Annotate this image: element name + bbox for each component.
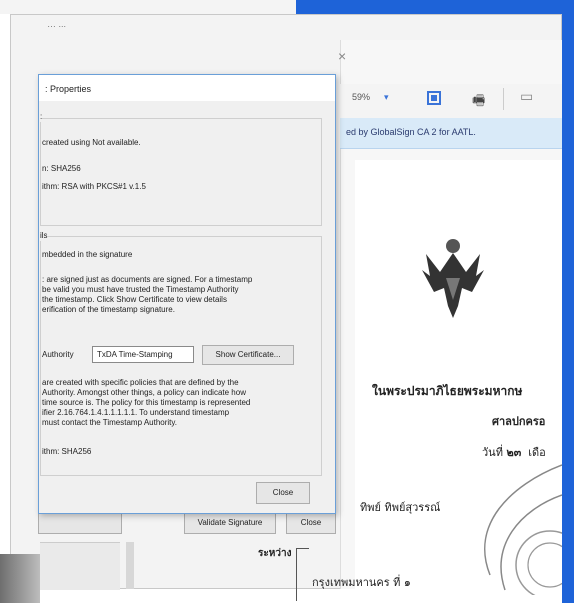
para2-line2: Authority. Amongst other things, a polic… xyxy=(42,388,246,397)
signature-status-bar: ed by GlobalSign CA 2 for AATL. xyxy=(340,118,562,149)
para1-line3: the timestamp. Click Show Certificate to… xyxy=(42,295,227,304)
hash-algorithm-text: n: SHA256 xyxy=(42,164,81,173)
show-certificate-button[interactable]: Show Certificate... xyxy=(202,345,294,365)
para2-line4: ifier 2.16.764.1.4.1.1.1.1.1. To underst… xyxy=(42,408,230,417)
authority-label: Authority xyxy=(42,350,74,359)
document-heading-line1: ในพระปรมาภิไธยพระมหากษ xyxy=(372,384,523,398)
timestamp-algorithm-text: ithm: SHA256 xyxy=(42,447,92,456)
timestamp-summary-group xyxy=(40,118,322,226)
outer-window-title: … ... xyxy=(47,19,67,29)
dialog-titlebar: : Properties xyxy=(39,75,335,101)
para2-line5: must contact the Timestamp Authority. xyxy=(42,418,178,427)
details-heading: ils xyxy=(40,231,48,241)
zoom-value: 59% xyxy=(352,92,371,102)
para2-line3: time source is. The policy for this time… xyxy=(42,398,251,407)
zoom-select[interactable]: 59% ▾ xyxy=(352,92,410,108)
left-action-button[interactable] xyxy=(38,512,122,534)
para1-line2: be valid you must have trusted the Times… xyxy=(42,285,239,294)
signature-algorithm-text: ithm: RSA with PKCS#1 v.1.5 xyxy=(42,182,146,191)
chevron-down-icon: ▾ xyxy=(384,92,389,102)
created-using-text: created using Not available. xyxy=(42,138,141,147)
validate-signature-button[interactable]: Validate Signature xyxy=(184,512,276,534)
left-shadow xyxy=(0,554,40,603)
blue-frame-top xyxy=(296,0,574,14)
toolbar-divider xyxy=(503,88,504,110)
document-location: กรุงเทพมหานคร ที่ ๑ xyxy=(312,576,411,589)
scan-top-strip xyxy=(0,0,296,14)
signature-status-text: ed by GlobalSign CA 2 for AATL. xyxy=(346,127,476,137)
authority-field[interactable]: TxDA Time-Stamping xyxy=(92,346,194,363)
stamp-icon[interactable]: 🖷 xyxy=(472,90,485,114)
para1-line1: : are signed just as documents are signe… xyxy=(42,275,253,284)
para2-line1: are created with specific policies that … xyxy=(42,378,239,387)
close-outer-button[interactable]: Close xyxy=(286,512,336,534)
lower-left-panel xyxy=(40,542,120,590)
blue-frame-right xyxy=(562,0,574,603)
comment-icon[interactable]: ▭ xyxy=(520,88,533,105)
party-bracket-line xyxy=(296,548,309,601)
close-icon[interactable]: × xyxy=(338,48,346,64)
garuda-emblem-icon xyxy=(422,239,484,318)
document-party-name: ทิพย์ ทิพย์สุวรรณ์ xyxy=(360,501,441,514)
lower-scroll-strip xyxy=(126,542,134,589)
watermark-seal-icon xyxy=(484,464,562,595)
embedded-text: mbedded in the signature xyxy=(42,250,133,259)
dialog-title: : Properties xyxy=(45,84,92,94)
party-bracket-label: ระหว่าง xyxy=(258,548,292,559)
document-court-name: ศาลปกครอ xyxy=(492,415,546,428)
para1-line4: erification of the timestamp signature. xyxy=(42,305,175,314)
group1-heading: : xyxy=(40,112,43,122)
fit-page-icon[interactable] xyxy=(426,90,442,106)
close-button[interactable]: Close xyxy=(256,482,310,504)
